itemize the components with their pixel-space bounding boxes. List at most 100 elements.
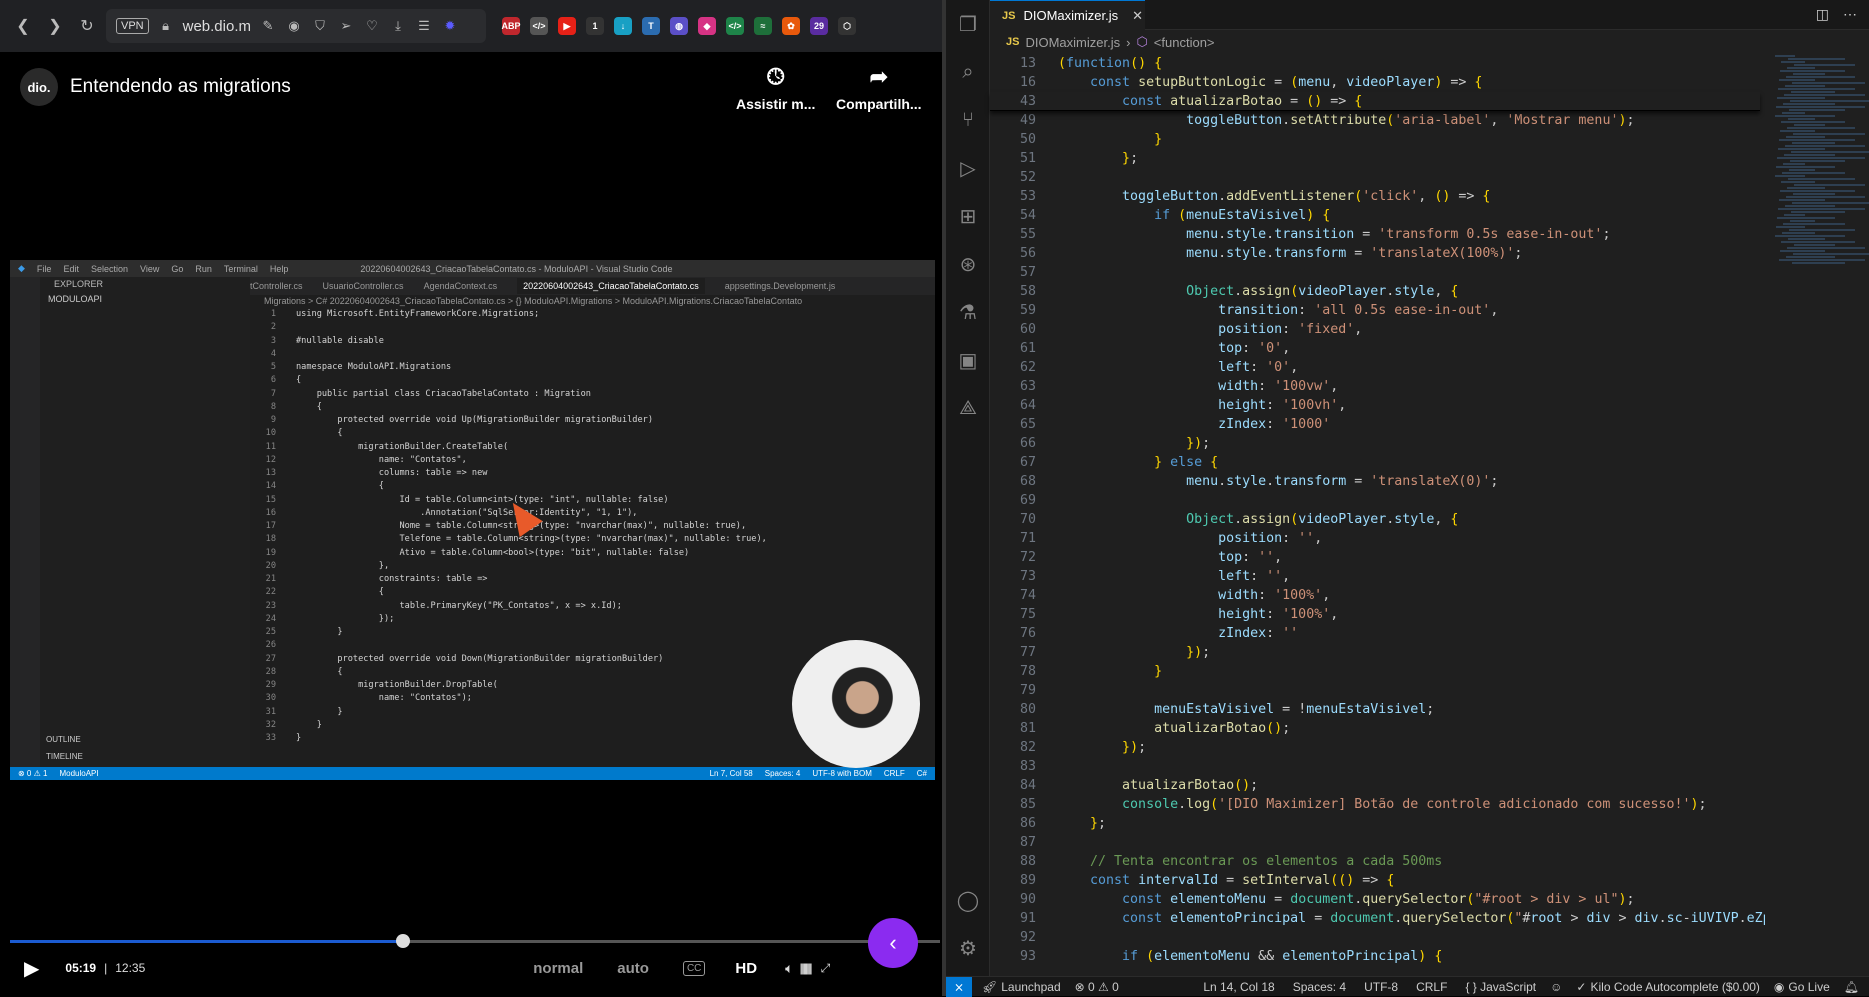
explorer-icon[interactable]: ❐: [946, 0, 990, 48]
minimap[interactable]: [1765, 54, 1869, 976]
code-line[interactable]: 93 if (elementoMenu && elementoPrincipal…: [990, 947, 1787, 966]
code-line[interactable]: 68 menu.style.transform = 'translateX(0)…: [990, 472, 1787, 491]
volume-slider[interactable]: ||||||||||: [799, 961, 812, 975]
code-line[interactable]: 56 menu.style.transform = 'translateX(10…: [990, 244, 1787, 263]
inner-menu-item[interactable]: Edit: [63, 264, 79, 274]
dio-logo[interactable]: dio.: [20, 68, 58, 106]
notifications-icon[interactable]: 🔔︎: [1844, 980, 1859, 994]
code-line[interactable]: 83: [990, 757, 1787, 776]
code-line[interactable]: 81 atualizarBotao();: [990, 719, 1787, 738]
extensions-icon[interactable]: ⊞: [946, 192, 990, 240]
green-ext-icon[interactable]: ≈: [754, 17, 772, 35]
source-control-icon[interactable]: ⑂: [946, 96, 990, 144]
address-bar[interactable]: VPN 🔒︎ web.dio.m ✎ ◉ ⛉ ➢ ♡ ⤓ ☰ ✹: [106, 9, 486, 43]
launchpad-label[interactable]: Launchpad: [1001, 980, 1060, 994]
code-line[interactable]: 82 });: [990, 738, 1787, 757]
code-line[interactable]: 67 } else {: [990, 453, 1787, 472]
quality-button[interactable]: auto: [617, 960, 649, 977]
code-lines[interactable]: 13 (function() {16 const setupButtonLogic…: [990, 54, 1787, 966]
code-line[interactable]: 63 width: '100vw',: [990, 377, 1787, 396]
tab-diomaximizer[interactable]: JS DIOMaximizer.js ✕: [990, 0, 1145, 30]
volume-icon[interactable]: 🔈︎: [785, 960, 793, 977]
copilot-icon[interactable]: ☺: [1550, 980, 1562, 994]
code-line[interactable]: 88 // Tenta encontrar os elementos a cad…: [990, 852, 1787, 871]
cursor-position[interactable]: Ln 14, Col 18: [1203, 980, 1274, 994]
code-line[interactable]: 92: [990, 928, 1787, 947]
code-line[interactable]: 51 };: [990, 149, 1787, 168]
language-status[interactable]: { } JavaScript: [1465, 980, 1536, 994]
inner-menu-item[interactable]: Terminal: [224, 264, 258, 274]
code-line[interactable]: 89 const intervalId = setInterval(() => …: [990, 871, 1787, 890]
launchpad-icon[interactable]: 🚀︎: [982, 980, 997, 994]
watch-later-button[interactable]: 🕓︎ Assistir m...: [736, 64, 815, 112]
orange-ext-icon[interactable]: ✿: [782, 17, 800, 35]
camera-icon[interactable]: ◉: [285, 17, 303, 35]
code-line[interactable]: 91 const elementoPrincipal = document.qu…: [990, 909, 1787, 928]
code-line[interactable]: 84 atualizarBotao();: [990, 776, 1787, 795]
code-line[interactable]: 59 transition: 'all 0.5s ease-in-out',: [990, 301, 1787, 320]
captions-button[interactable]: CC: [682, 960, 706, 976]
collapse-menu-button[interactable]: ‹: [868, 918, 918, 968]
inner-menu-item[interactable]: Selection: [91, 264, 128, 274]
split-editor-icon[interactable]: ◫: [1816, 6, 1829, 23]
breadcrumb-symbol[interactable]: <function>: [1154, 35, 1215, 50]
code-line[interactable]: 70 Object.assign(videoPlayer.style, {: [990, 510, 1787, 529]
theme-icon[interactable]: ✹: [441, 17, 459, 35]
search-icon[interactable]: ⌕: [946, 48, 990, 96]
inner-menu-item[interactable]: File: [37, 264, 52, 274]
back-icon[interactable]: ❮: [10, 13, 36, 39]
dev-icon[interactable]: </>: [726, 17, 744, 35]
remote-icon[interactable]: ⨯: [946, 976, 972, 997]
adblock-icon[interactable]: ABP: [502, 17, 521, 35]
code-line[interactable]: 58 Object.assign(videoPlayer.style, {: [990, 282, 1787, 301]
code-line[interactable]: 61 top: '0',: [990, 339, 1787, 358]
reload-icon[interactable]: ↻: [74, 13, 100, 39]
share-button[interactable]: ➦ Compartilh...: [836, 64, 922, 112]
inner-menu-item[interactable]: Help: [270, 264, 289, 274]
code-line[interactable]: 66 });: [990, 434, 1787, 453]
code-line[interactable]: 77 });: [990, 643, 1787, 662]
code-line[interactable]: 54 if (menuEstaVisivel) {: [990, 206, 1787, 225]
fullscreen-icon[interactable]: ⤢: [821, 961, 831, 976]
broadcast-icon[interactable]: ◉: [1774, 980, 1784, 994]
kilo-icon[interactable]: ✓: [1576, 980, 1586, 994]
hd-button[interactable]: HD: [735, 960, 757, 977]
download-icon[interactable]: ↓: [614, 17, 632, 35]
counter-ext-icon[interactable]: 29: [810, 17, 828, 35]
close-icon[interactable]: ✕: [1132, 8, 1143, 24]
indent-status[interactable]: Spaces: 4: [1293, 980, 1346, 994]
inner-tab[interactable]: appsettings.Development.js: [725, 281, 836, 291]
account-icon[interactable]: ◯: [946, 876, 990, 924]
tampermonkey-icon[interactable]: T: [642, 17, 660, 35]
autocomplete-status[interactable]: Kilo Code Autocomplete ($0.00): [1590, 980, 1759, 994]
code-line[interactable]: 87: [990, 833, 1787, 852]
code-line[interactable]: 75 height: '100%',: [990, 605, 1787, 624]
url-text[interactable]: web.dio.m: [183, 18, 251, 35]
remote-explorer-icon[interactable]: ▣: [946, 336, 990, 384]
progress-scrubber[interactable]: [396, 934, 410, 948]
go-live-status[interactable]: Go Live: [1788, 980, 1829, 994]
inner-menu-item[interactable]: Go: [171, 264, 183, 274]
code-line[interactable]: 50 }: [990, 130, 1787, 149]
code-line[interactable]: 16 const setupButtonLogic = (menu, video…: [990, 73, 1787, 92]
code-line[interactable]: 64 height: '100vh',: [990, 396, 1787, 415]
send-icon[interactable]: ➢: [337, 17, 355, 35]
code-line[interactable]: 13 (function() {: [990, 54, 1787, 73]
inner-tab[interactable]: AgendaContext.cs: [424, 281, 498, 291]
testing-icon[interactable]: ⚗: [946, 288, 990, 336]
youtube-icon[interactable]: ▶: [558, 17, 576, 35]
code-line[interactable]: 69: [990, 491, 1787, 510]
code-line[interactable]: 49 toggleButton.setAttribute('aria-label…: [990, 111, 1787, 130]
inner-tab[interactable]: UsuarioController.cs: [323, 281, 404, 291]
code-line[interactable]: 62 left: '0',: [990, 358, 1787, 377]
color-icon[interactable]: ◆: [698, 17, 716, 35]
play-icon[interactable]: ▶: [24, 956, 39, 981]
vpn-badge[interactable]: VPN: [116, 18, 149, 34]
code-line[interactable]: 53 toggleButton.addEventListener('click'…: [990, 187, 1787, 206]
code-icon[interactable]: </>: [530, 17, 548, 35]
heart-icon[interactable]: ♡: [363, 17, 381, 35]
globe-icon[interactable]: ◍: [670, 17, 688, 35]
forward-icon[interactable]: ❯: [42, 13, 68, 39]
encoding-status[interactable]: UTF-8: [1364, 980, 1398, 994]
code-line[interactable]: 76 zIndex: '': [990, 624, 1787, 643]
